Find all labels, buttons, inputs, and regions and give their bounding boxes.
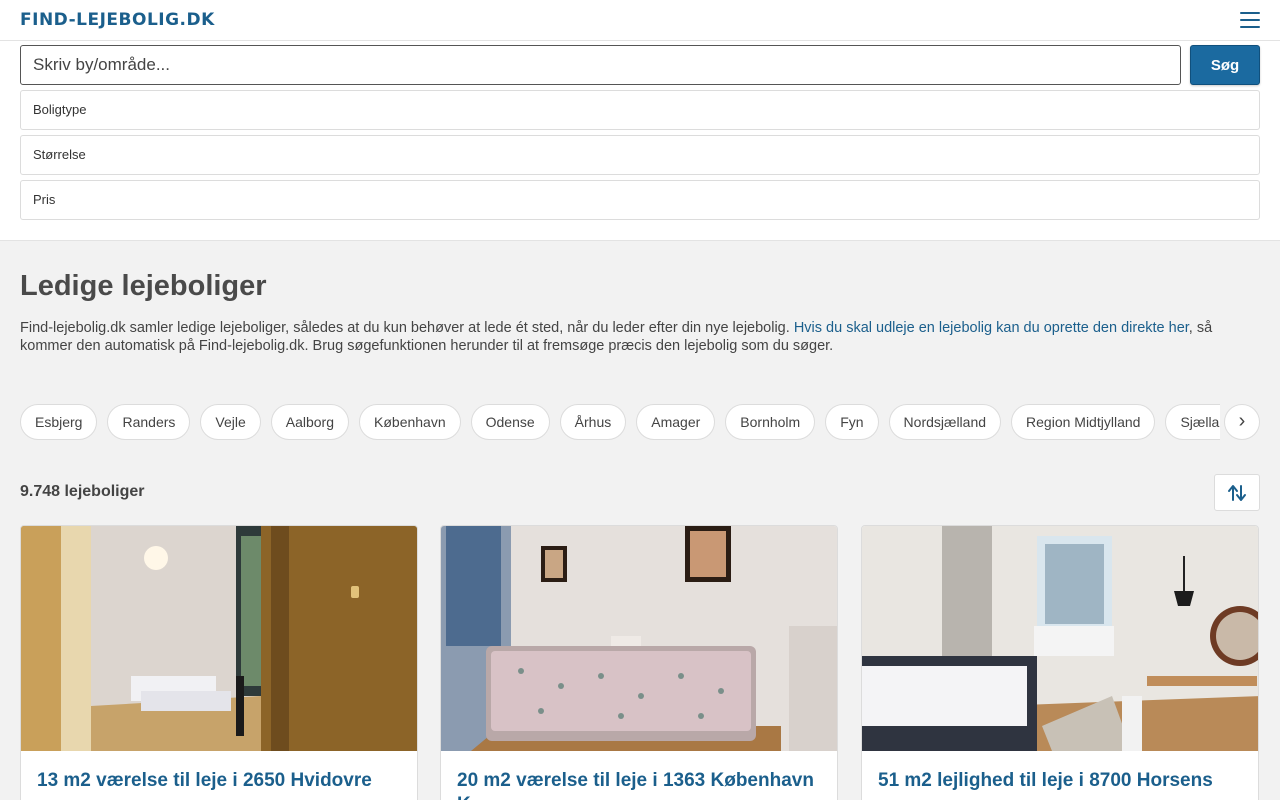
chip-sjaelland[interactable]: Sjælland [1165,404,1220,440]
search-panel: Søg Boligtype Størrelse Pris [0,41,1280,241]
filter-pris[interactable]: Pris [20,180,1260,220]
intro-text: Find-lejebolig.dk samler ledige lejeboli… [20,319,1265,355]
chip-vejle[interactable]: Vejle [200,404,261,440]
chip-bornholm[interactable]: Bornholm [725,404,816,440]
chip-nordsjaelland[interactable]: Nordsjælland [888,404,1002,440]
location-chips: Esbjerg Randers Vejle Aalborg København Odens… [20,404,1220,440]
listing-photo [441,526,837,751]
chip-region-midtjylland[interactable]: Region Midtjylland [1011,404,1156,440]
intro-text-start: Find-lejebolig.dk samler ledige lejeboli… [20,320,794,336]
listing-card[interactable]: 51 m2 lejlighed til leje i 8700 Horsens [861,525,1259,800]
listing-card[interactable]: 20 m2 værelse til leje i 1363 København … [440,525,838,800]
listing-card[interactable]: 13 m2 værelse til leje i 2650 Hvidovre [20,525,418,800]
listing-title[interactable]: 51 m2 lejlighed til leje i 8700 Horsens [878,769,1248,793]
search-button[interactable]: Søg [1190,45,1260,85]
listing-title[interactable]: 20 m2 værelse til leje i 1363 København … [457,769,827,800]
result-count: 9.748 lejeboliger [20,483,145,500]
chip-aalborg[interactable]: Aalborg [270,404,350,440]
filter-boligtype[interactable]: Boligtype [20,90,1260,130]
hamburger-menu-icon[interactable] [1240,12,1260,28]
chip-fyn[interactable]: Fyn [825,404,879,440]
chip-esbjerg[interactable]: Esbjerg [20,404,98,440]
listing-photo [862,526,1258,751]
site-logo[interactable]: FIND-LEJEBOLIG.DK [20,10,215,30]
chip-odense[interactable]: Odense [470,404,550,440]
filter-stoerrelse[interactable]: Størrelse [20,135,1260,175]
sort-button[interactable] [1214,474,1260,511]
chip-randers[interactable]: Randers [107,404,191,440]
site-header: FIND-LEJEBOLIG.DK [0,0,1280,41]
chips-next-icon[interactable]: › [1224,404,1260,440]
chip-aarhus[interactable]: Århus [559,404,627,440]
sort-arrows-icon [1228,484,1246,501]
search-input[interactable] [20,45,1181,85]
chip-amager[interactable]: Amager [636,404,716,440]
create-listing-link[interactable]: Hvis du skal udleje en lejebolig kan du … [794,320,1189,336]
listing-photo [21,526,417,751]
chip-koebenhavn[interactable]: København [359,404,461,440]
page-title: Ledige lejeboliger [20,270,267,302]
listing-title[interactable]: 13 m2 værelse til leje i 2650 Hvidovre [37,769,407,793]
